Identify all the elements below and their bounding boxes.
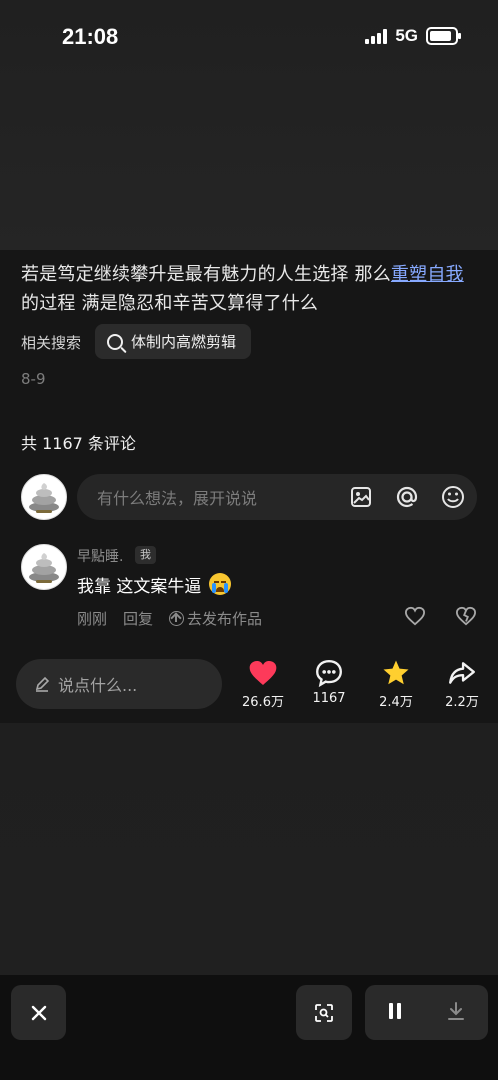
pause-button[interactable] xyxy=(386,1001,404,1025)
post-date: 8-9 xyxy=(21,370,46,388)
comment-count: 1167 xyxy=(312,691,346,706)
signal-icon xyxy=(365,28,388,44)
me-badge: 我 xyxy=(135,546,156,564)
like-count: 26.6万 xyxy=(242,695,284,710)
publish-work-button[interactable]: 去发布作品 xyxy=(169,608,262,629)
reply-button[interactable]: 回复 xyxy=(123,608,153,629)
my-avatar[interactable] xyxy=(21,474,67,520)
crying-emoji-icon xyxy=(208,573,231,595)
favorite-action[interactable]: 2.4万 xyxy=(367,658,425,714)
commenter-avatar[interactable] xyxy=(21,544,67,590)
broken-heart-icon xyxy=(455,606,477,626)
video-caption: 若是笃定继续攀升是最有魅力的人生选择 那么重塑自我的过程 满是隐忍和辛苦又算得了… xyxy=(21,260,481,318)
search-icon xyxy=(107,333,123,350)
download-icon xyxy=(448,1001,465,1020)
status-bar-right: 5G xyxy=(365,26,461,46)
background-area xyxy=(0,723,498,975)
like-action[interactable]: 26.6万 xyxy=(234,658,292,714)
close-icon xyxy=(31,1005,46,1020)
comment-text: 我靠 这文案牛逼 xyxy=(77,572,231,597)
comment-meta-row: 刚刚 回复 去发布作品 xyxy=(77,608,262,629)
say-something-input[interactable]: 说点什么... xyxy=(16,659,222,709)
pause-icon xyxy=(388,1002,401,1019)
poop-avatar-icon xyxy=(29,483,59,513)
comment-count-heading: 共 1167 条评论 xyxy=(21,434,136,453)
caption-link-reshape-self[interactable]: 重塑自我 xyxy=(391,264,464,285)
media-controls xyxy=(365,985,488,1040)
related-search-query: 体制内高燃剪辑 xyxy=(131,333,237,351)
scan-icon xyxy=(315,1003,333,1022)
caption-text-1: 若是笃定继续攀升是最有魅力的人生选择 那么 xyxy=(21,264,391,285)
share-action[interactable]: 2.2万 xyxy=(433,658,491,714)
caption-text-2: 的过程 满是隐忍和辛苦又算得了什么 xyxy=(21,293,319,314)
comment-action[interactable]: 1167 xyxy=(300,658,358,714)
comment-like-button[interactable] xyxy=(404,606,426,630)
comment-time: 刚刚 xyxy=(77,610,108,628)
scan-button[interactable] xyxy=(296,985,352,1040)
favorite-count: 2.4万 xyxy=(379,695,413,710)
heart-icon xyxy=(404,606,426,626)
star-icon xyxy=(383,660,409,685)
poop-avatar-icon xyxy=(29,553,59,583)
comment-input-placeholder: 有什么想法，展开说说 xyxy=(97,489,258,508)
comment-body: 我靠 这文案牛逼 xyxy=(77,577,202,597)
heart-icon xyxy=(249,661,277,685)
emoji-icon[interactable] xyxy=(440,484,466,510)
say-something-placeholder: 说点什么... xyxy=(58,676,138,695)
related-search-chip[interactable]: 体制内高燃剪辑 xyxy=(95,324,251,359)
commenter-name[interactable]: 早點睡. xyxy=(77,546,123,566)
comment-bubble-icon xyxy=(316,660,342,688)
comment-dislike-button[interactable] xyxy=(455,606,477,630)
image-icon[interactable] xyxy=(348,484,374,510)
at-icon[interactable] xyxy=(394,484,420,510)
share-count: 2.2万 xyxy=(445,695,479,710)
upload-circle-icon xyxy=(169,611,185,626)
related-search-label: 相关搜索 xyxy=(21,334,82,352)
download-button[interactable] xyxy=(445,1000,467,1026)
network-label: 5G xyxy=(395,26,418,45)
pencil-icon xyxy=(35,676,50,692)
publish-work-label: 去发布作品 xyxy=(187,610,263,628)
comment-input-tools xyxy=(348,484,466,510)
status-time: 21:08 xyxy=(62,24,119,49)
battery-icon xyxy=(426,27,461,45)
share-arrow-icon xyxy=(449,662,475,684)
close-button[interactable] xyxy=(11,985,66,1040)
